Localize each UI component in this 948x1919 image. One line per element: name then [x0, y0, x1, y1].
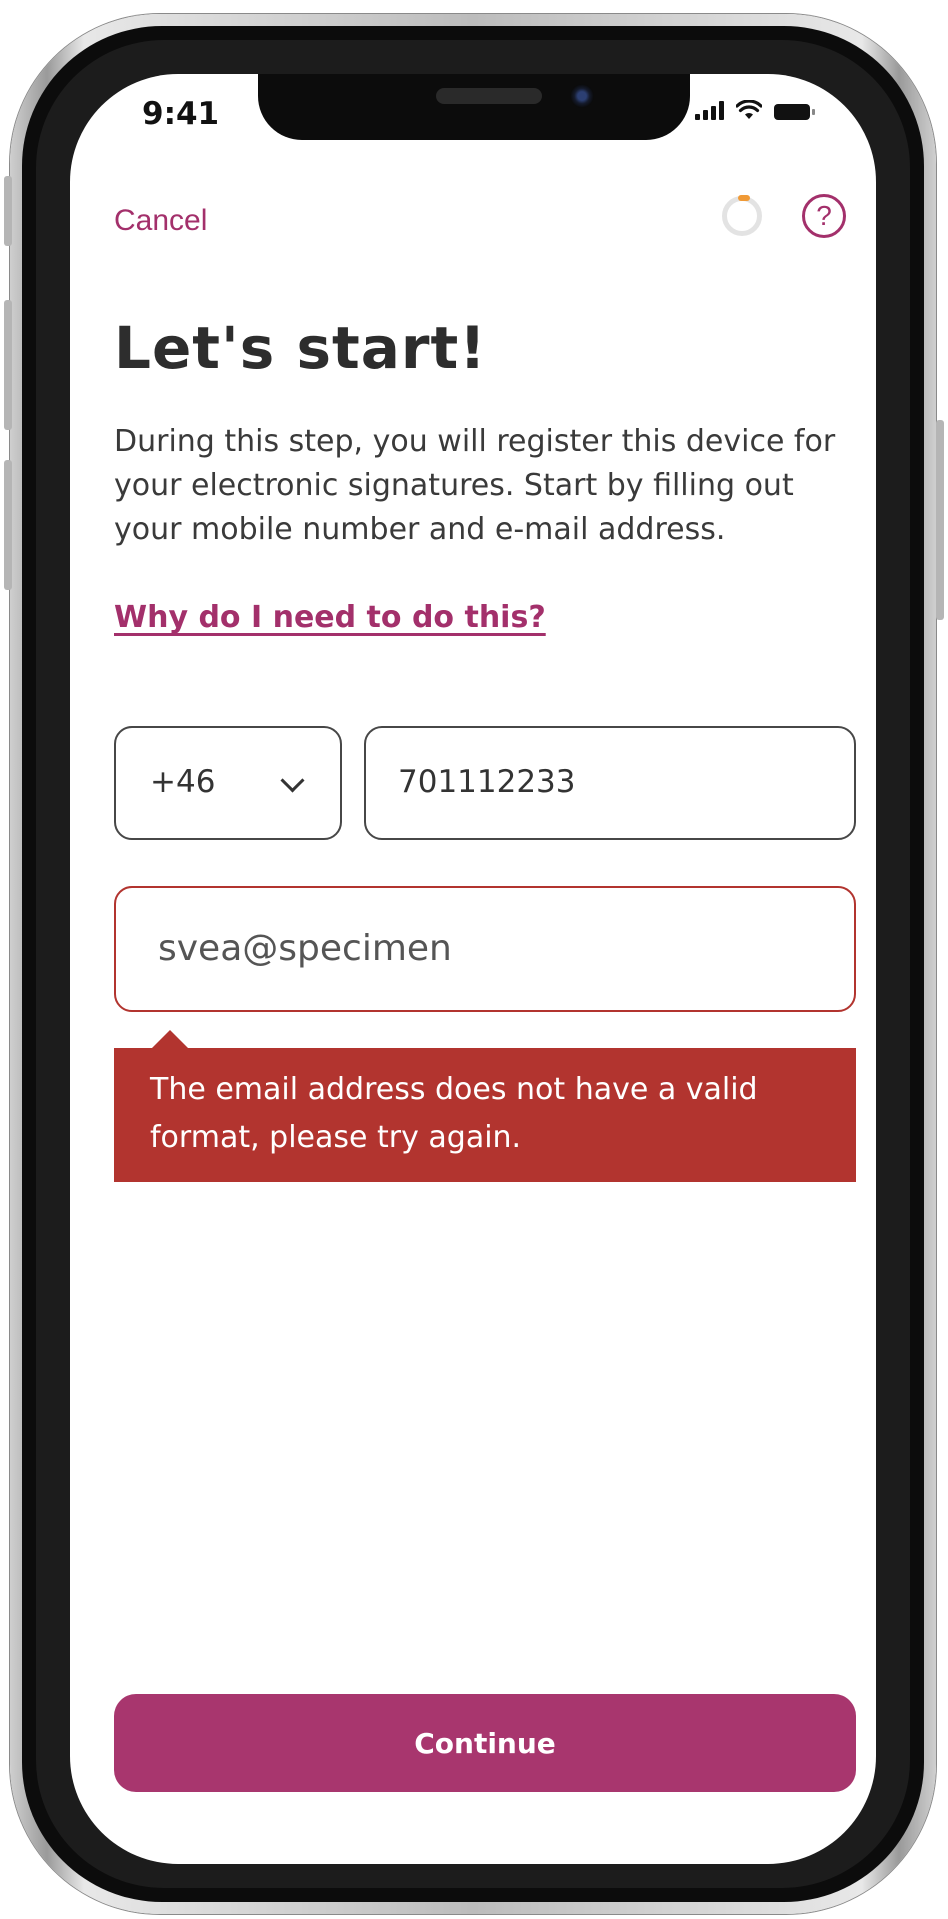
speaker	[436, 88, 542, 104]
help-icon: ?	[816, 200, 832, 231]
intro-text: During this step, you will register this…	[114, 424, 836, 547]
continue-button[interactable]: Continue	[114, 1694, 856, 1792]
loading-spinner-icon	[722, 195, 762, 236]
side-button	[4, 176, 12, 246]
email-input[interactable]: svea@specimen	[114, 886, 856, 1012]
error-pointer	[152, 1030, 188, 1048]
why-link[interactable]: Why do I need to do this?	[114, 600, 546, 635]
camera-icon	[570, 84, 594, 108]
cancel-button[interactable]: Cancel	[114, 204, 207, 238]
wifi-icon	[736, 100, 762, 119]
status-icons	[695, 100, 815, 120]
help-button[interactable]: ?	[802, 194, 846, 238]
email-value: svea@specimen	[158, 928, 452, 969]
phone-number-value: 701112233	[398, 764, 576, 800]
error-message: The email address does not have a valid …	[114, 1048, 856, 1182]
side-button	[4, 300, 12, 430]
chevron-down-icon	[280, 768, 305, 793]
screen: 9:41 Cancel ? Let's start! During this s…	[70, 74, 876, 1864]
signal-icon	[695, 100, 724, 120]
page-title: Let's start!	[114, 314, 487, 382]
battery-icon	[774, 104, 815, 120]
phone-number-input[interactable]: 701112233	[364, 726, 856, 840]
status-time: 9:41	[142, 96, 220, 132]
side-button	[4, 460, 12, 590]
country-code-value: +46	[150, 764, 216, 800]
country-code-select[interactable]: +46	[114, 726, 342, 840]
notch	[258, 74, 690, 140]
side-button	[936, 420, 944, 620]
